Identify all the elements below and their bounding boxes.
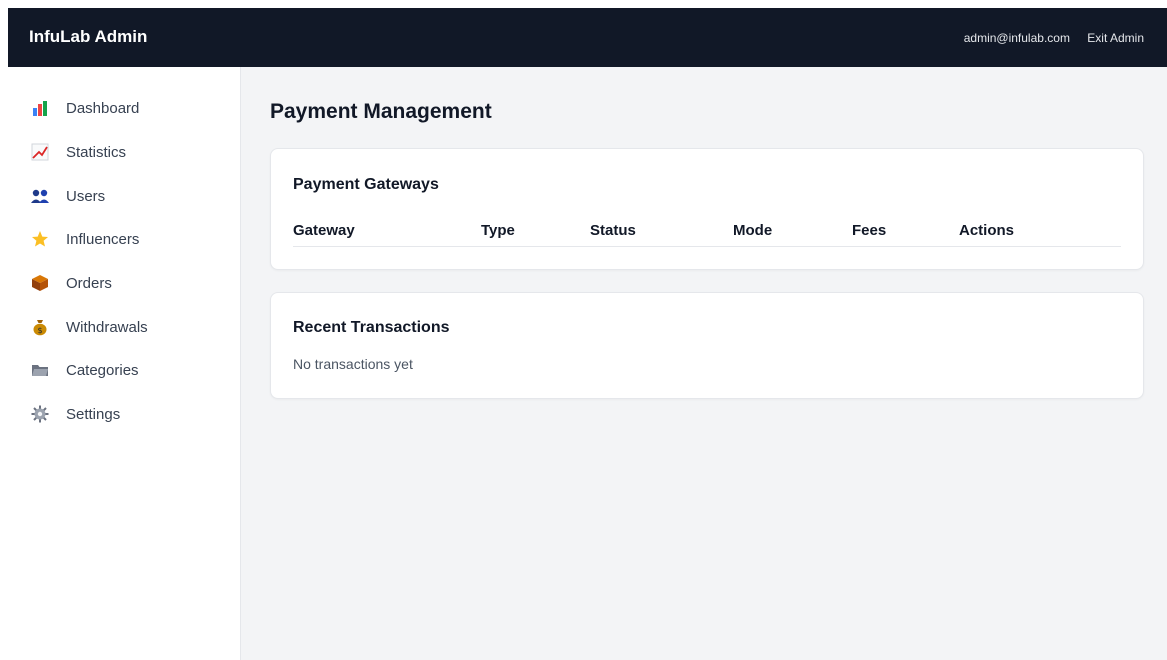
exit-admin-link[interactable]: Exit Admin — [1087, 31, 1144, 45]
sidebar-item-label: Categories — [66, 361, 139, 379]
star-icon — [30, 229, 50, 249]
users-icon — [30, 186, 50, 206]
top-bar: InfuLab Admin admin@infulab.com Exit Adm… — [8, 8, 1167, 67]
column-header-gateway: Gateway — [293, 222, 355, 239]
sidebar-item-categories[interactable]: Categories — [8, 350, 241, 390]
sidebar-item-label: Influencers — [66, 230, 140, 248]
column-header-actions: Actions — [959, 222, 1015, 239]
column-header-status: Status — [590, 222, 636, 239]
empty-state-text: No transactions yet — [293, 356, 413, 372]
sidebar-item-label: Users — [66, 187, 106, 205]
sidebar-item-influencers[interactable]: Influencers — [8, 219, 241, 259]
sidebar: Dashboard Statistics Users Influencers O… — [8, 67, 241, 660]
payment-gateways-card: Payment Gateways Gateway Type Status Mod… — [270, 148, 1144, 270]
column-header-mode: Mode — [733, 222, 773, 239]
user-email: admin@infulab.com — [963, 31, 1070, 45]
table-header: Gateway Type Status Mode Fees Actions — [293, 219, 1121, 247]
app-window: InfuLab Admin admin@infulab.com Exit Adm… — [8, 8, 1167, 660]
sidebar-item-label: Statistics — [66, 143, 127, 161]
recent-transactions-card: Recent Transactions No transactions yet — [270, 292, 1144, 399]
package-icon — [30, 273, 50, 293]
folder-icon — [30, 360, 50, 380]
column-header-type: Type — [481, 222, 515, 239]
card-title: Recent Transactions — [293, 319, 450, 336]
sidebar-item-withdrawals[interactable]: $ Withdrawals — [8, 307, 241, 347]
column-header-fees: Fees — [852, 222, 887, 239]
line-chart-icon — [30, 142, 50, 162]
money-bag-icon: $ — [30, 317, 50, 337]
sidebar-item-label: Dashboard — [66, 99, 140, 117]
sidebar-item-dashboard[interactable]: Dashboard — [8, 88, 241, 128]
page-title: Payment Management — [270, 100, 492, 123]
main-content: Payment Management Payment Gateways Gate… — [241, 67, 1167, 660]
card-title: Payment Gateways — [293, 176, 439, 193]
sidebar-item-label: Orders — [66, 274, 112, 292]
bar-chart-icon — [30, 98, 50, 118]
sidebar-item-users[interactable]: Users — [8, 176, 241, 216]
user-area: admin@infulab.com Exit Admin — [950, 31, 1144, 45]
gear-icon — [30, 404, 50, 424]
brand-title[interactable]: InfuLab Admin — [29, 27, 147, 47]
sidebar-item-settings[interactable]: Settings — [8, 394, 241, 434]
sidebar-item-label: Withdrawals — [66, 318, 148, 336]
sidebar-item-statistics[interactable]: Statistics — [8, 132, 241, 172]
svg-text:$: $ — [37, 326, 42, 335]
sidebar-item-orders[interactable]: Orders — [8, 263, 241, 303]
sidebar-item-label: Settings — [66, 405, 121, 423]
